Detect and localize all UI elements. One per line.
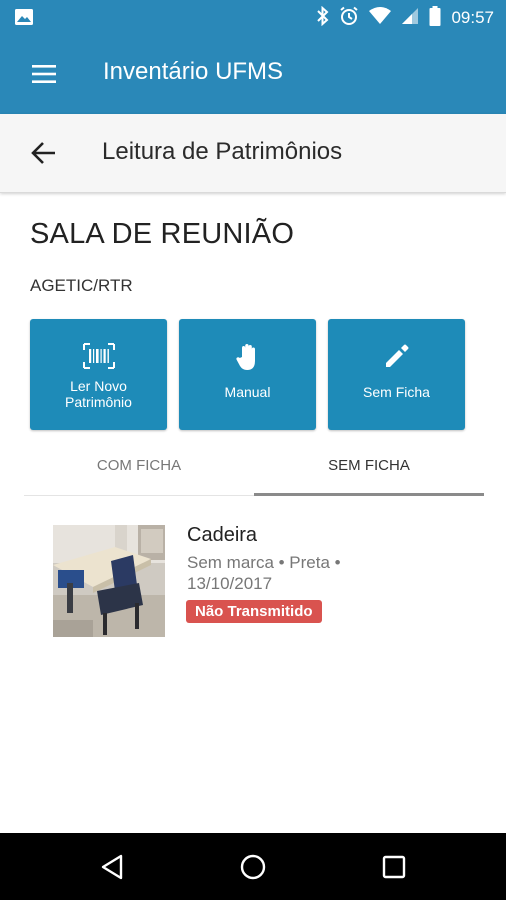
hamburger-menu-icon[interactable] [30, 62, 58, 86]
status-badge: Não Transmitido [186, 600, 322, 623]
manual-button[interactable]: Manual [179, 319, 316, 430]
status-bar: 09:57 [0, 0, 506, 36]
page-title: Leitura de Patrimônios [102, 138, 343, 165]
status-time: 09:57 [451, 8, 494, 27]
active-tab-indicator [254, 493, 484, 496]
nav-back-icon[interactable] [99, 853, 127, 881]
tab-com-ficha[interactable]: COM FICHA [24, 440, 254, 495]
system-nav-bar [0, 833, 506, 900]
arrow-back-icon[interactable] [30, 140, 58, 166]
room-code: AGETIC/RTR [30, 276, 133, 295]
read-new-asset-label: Ler Novo Patrimônio [65, 378, 132, 410]
signal-icon [401, 7, 419, 30]
app-bar: Inventário UFMS [0, 36, 506, 114]
nav-home-icon[interactable] [239, 853, 267, 881]
read-new-asset-button[interactable]: Ler Novo Patrimônio [30, 319, 167, 430]
hand-icon [179, 343, 316, 371]
no-record-label: Sem Ficha [363, 384, 430, 400]
list-item[interactable]: Cadeira Sem marca • Preta • 13/10/2017 N… [24, 510, 484, 650]
image-icon [14, 8, 34, 26]
nav-recents-icon[interactable] [380, 853, 408, 881]
battery-icon [429, 5, 441, 31]
barcode-icon [30, 343, 167, 371]
wifi-icon [369, 6, 392, 30]
item-photo [53, 525, 165, 637]
sub-header: Leitura de Patrimônios [0, 114, 506, 193]
manual-label: Manual [224, 384, 271, 400]
pencil-icon [328, 343, 465, 371]
room-name: SALA DE REUNIÃO [30, 218, 295, 250]
app-title: Inventário UFMS [103, 58, 284, 85]
bluetooth-icon [317, 5, 329, 31]
no-record-button[interactable]: Sem Ficha [328, 319, 465, 430]
item-name: Cadeira [187, 524, 258, 546]
tab-sem-ficha[interactable]: SEM FICHA [254, 440, 484, 495]
item-description: Sem marca • Preta • 13/10/2017 [187, 553, 341, 593]
tab-bar: COM FICHA SEM FICHA [24, 440, 484, 496]
alarm-icon [339, 6, 359, 31]
